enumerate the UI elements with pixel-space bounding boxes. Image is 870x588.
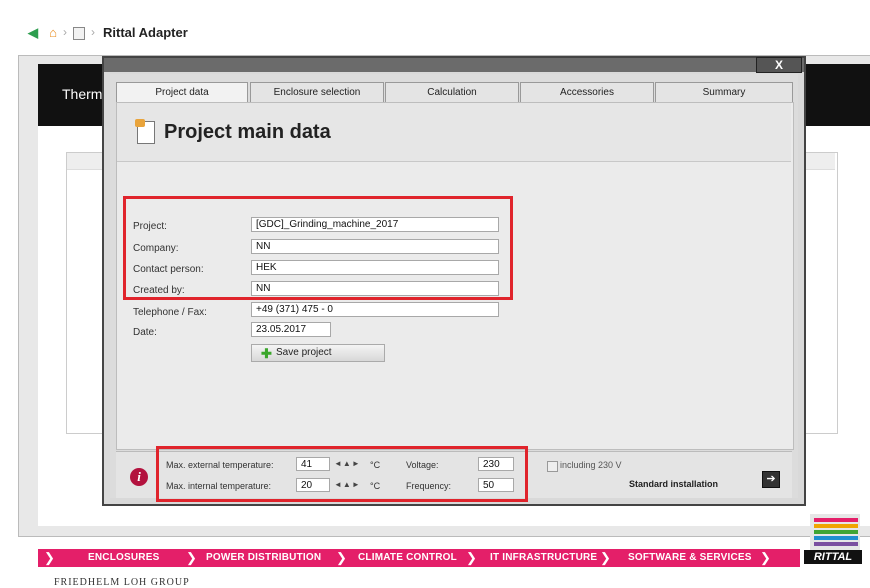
- nav-enclosures[interactable]: ENCLOSURES: [88, 549, 159, 567]
- tab-enclosure-selection[interactable]: Enclosure selection: [250, 82, 384, 102]
- next-arrow-icon[interactable]: ➔: [762, 471, 780, 488]
- chevron-right-icon: ❯: [44, 550, 55, 565]
- chevron-right-icon: ❯: [466, 550, 477, 565]
- rittal-logo-graphic: [804, 514, 862, 564]
- save-project-button[interactable]: ✚ Save project: [251, 344, 385, 362]
- chevron-right-icon: ❯: [760, 550, 771, 565]
- page-title: Project main data: [164, 121, 331, 143]
- document-edit-icon: [135, 119, 155, 144]
- info-icon[interactable]: i: [130, 468, 148, 486]
- breadcrumb-separator-icon: ›: [91, 25, 95, 39]
- breadcrumb-separator-icon: ›: [63, 25, 67, 39]
- including-230v-checkbox[interactable]: [547, 461, 558, 472]
- dialog-titlebar[interactable]: [104, 58, 804, 72]
- tab-project-data[interactable]: Project data: [116, 82, 248, 103]
- telephone-field[interactable]: +49 (371) 475 - 0: [251, 302, 499, 317]
- tab-bar: Project data Enclosure selection Calcula…: [112, 82, 798, 103]
- standard-installation-label: Standard installation: [629, 479, 719, 489]
- including-230v-label: including 230 V: [560, 460, 622, 470]
- plus-icon: ✚: [261, 346, 272, 361]
- nav-climate-control[interactable]: CLIMATE CONTROL: [358, 549, 457, 567]
- home-icon[interactable]: ⌂: [46, 26, 60, 40]
- page-icon[interactable]: [73, 27, 85, 40]
- highlight-box-project-fields: [123, 196, 513, 300]
- breadcrumb-title[interactable]: Rittal Adapter: [103, 25, 188, 40]
- close-button[interactable]: X: [756, 57, 802, 73]
- chevron-right-icon: ❯: [336, 550, 347, 565]
- chevron-right-icon: ❯: [600, 550, 611, 565]
- telephone-label: Telephone / Fax:: [133, 307, 207, 318]
- nav-it-infrastructure[interactable]: IT INFRASTRUCTURE: [490, 549, 597, 567]
- nav-power-distribution[interactable]: POWER DISTRIBUTION: [206, 549, 321, 567]
- date-field[interactable]: 23.05.2017: [251, 322, 331, 337]
- tab-calculation[interactable]: Calculation: [385, 82, 519, 102]
- nav-software-services[interactable]: SOFTWARE & SERVICES: [628, 549, 752, 567]
- chevron-right-icon: ❯: [186, 550, 197, 565]
- background-app-title: Therm: [62, 86, 103, 102]
- rittal-logo[interactable]: RITTAL: [804, 512, 862, 572]
- save-project-label: Save project: [276, 347, 332, 358]
- breadcrumb: ◀ ⌂ › › Rittal Adapter: [0, 0, 870, 50]
- rittal-logo-text: RITTAL: [813, 551, 853, 563]
- category-nav: ❯ ENCLOSURES ❯ POWER DISTRIBUTION ❯ CLIM…: [38, 549, 800, 567]
- date-label: Date:: [133, 327, 157, 338]
- tab-accessories[interactable]: Accessories: [520, 82, 654, 102]
- tab-summary[interactable]: Summary: [655, 82, 793, 102]
- footer-group-name: FRIEDHELM LOH GROUP: [54, 577, 190, 588]
- back-icon[interactable]: ◀: [26, 26, 40, 40]
- highlight-box-conditions: [156, 446, 528, 502]
